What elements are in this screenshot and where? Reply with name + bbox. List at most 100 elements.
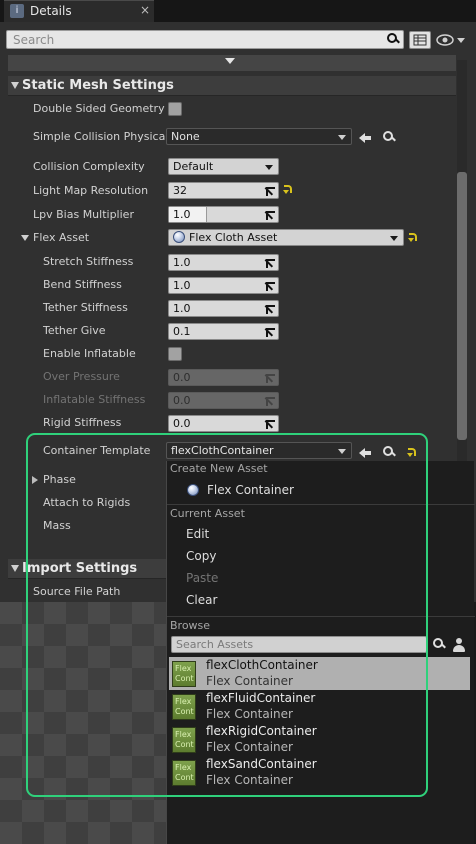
tether-give-field[interactable]: 0.1 <box>168 323 279 340</box>
use-selected-arrow-icon[interactable] <box>359 446 371 458</box>
tab-label: Details <box>30 4 72 18</box>
asset-name: flexSandContainer <box>206 757 317 771</box>
stretch-stiffness-field[interactable]: 1.0 <box>168 254 279 271</box>
collision-complexity-combo[interactable]: Default <box>168 158 279 175</box>
details-icon: i <box>10 4 24 18</box>
reset-to-default-icon[interactable] <box>408 232 417 242</box>
attach-to-rigids-label: Attach to Rigids <box>43 496 131 509</box>
light-map-resolution-value: 32 <box>173 184 187 197</box>
flex-container-thumbnail-icon: Flex Cont <box>172 760 196 786</box>
chevron-down-icon <box>225 58 235 64</box>
viewport[interactable] <box>0 602 166 844</box>
source-file-path-label: Source File Path <box>33 585 121 598</box>
flex-asset-value: Flex Cloth Asset <box>189 231 278 244</box>
container-template-label: Container Template <box>43 444 151 457</box>
browse-search-icon[interactable] <box>383 131 395 143</box>
expand-arrow-icon[interactable] <box>32 476 38 484</box>
expand-arrow-icon <box>11 82 19 89</box>
asset-name: flexFluidContainer <box>206 691 316 705</box>
view-options-button[interactable] <box>434 31 468 49</box>
asset-name: flexClothContainer <box>206 658 318 672</box>
tether-give-label: Tether Give <box>43 324 106 337</box>
browse-search-icon[interactable] <box>383 446 395 458</box>
asset-row[interactable]: Flex Cont flexRigidContainer Flex Contai… <box>169 723 470 756</box>
expand-arrow-icon <box>11 565 19 572</box>
menu-divider <box>167 616 475 617</box>
search-icon <box>387 33 399 45</box>
simple-collision-value: None <box>171 130 200 143</box>
rigid-stiffness-label: Rigid Stiffness <box>43 416 122 429</box>
search-icon[interactable] <box>433 638 445 650</box>
section-header-static-mesh[interactable]: Static Mesh Settings <box>8 76 456 96</box>
stretch-stiffness-label: Stretch Stiffness <box>43 255 134 268</box>
enable-inflatable-checkbox[interactable] <box>168 347 182 361</box>
tether-stiffness-label: Tether Stiffness <box>43 301 128 314</box>
tab-details[interactable]: i Details × <box>4 0 154 22</box>
property-matrix-button[interactable] <box>409 31 431 49</box>
asset-type: Flex Container <box>206 740 293 754</box>
container-template-combo[interactable]: flexClothContainer <box>166 442 352 459</box>
asset-row[interactable]: Flex Cont flexFluidContainer Flex Contai… <box>169 690 470 723</box>
search-assets-input[interactable]: Search Assets <box>171 636 427 653</box>
rigid-stiffness-field[interactable]: 0.0 <box>168 415 279 432</box>
drag-handle-icon <box>264 185 275 196</box>
flex-asset-label: Flex Asset <box>33 231 90 244</box>
menu-item-copy[interactable]: Copy <box>186 549 216 563</box>
collapse-bar[interactable] <box>8 55 456 71</box>
menu-header-browse: Browse <box>170 619 211 632</box>
asset-type: Flex Container <box>206 707 293 721</box>
mass-label: Mass <box>43 519 71 532</box>
flex-cloth-asset-icon <box>173 231 185 243</box>
flex-asset-combo[interactable]: Flex Cloth Asset <box>168 229 404 246</box>
double-sided-checkbox[interactable] <box>168 102 182 116</box>
bend-stiffness-value: 1.0 <box>173 279 191 292</box>
menu-divider <box>167 504 475 505</box>
drag-handle-icon <box>264 372 275 383</box>
asset-name: flexRigidContainer <box>206 724 317 738</box>
asset-row[interactable]: Flex Cont flexClothContainer Flex Contai… <box>169 657 470 690</box>
chevron-down-icon <box>338 135 346 140</box>
search-placeholder: Search <box>13 33 55 47</box>
grid-icon <box>413 34 427 46</box>
close-icon[interactable]: × <box>140 3 150 17</box>
search-input[interactable]: Search <box>6 30 404 49</box>
drag-handle-icon <box>264 209 275 220</box>
section-header-import[interactable]: Import Settings <box>8 559 168 579</box>
drag-handle-icon <box>264 257 275 268</box>
double-sided-label: Double Sided Geometry <box>33 102 165 115</box>
menu-header-create: Create New Asset <box>170 462 268 475</box>
section-title: Static Mesh Settings <box>22 78 174 93</box>
rigid-stiffness-value: 0.0 <box>173 417 191 430</box>
flex-container-thumbnail-icon: Flex Cont <box>172 661 196 687</box>
menu-item-edit[interactable]: Edit <box>186 527 209 541</box>
use-selected-arrow-icon[interactable] <box>359 131 371 143</box>
flex-container-thumbnail-icon: Flex Cont <box>172 727 196 753</box>
light-map-resolution-field[interactable]: 32 <box>168 182 279 199</box>
drag-handle-icon <box>264 418 275 429</box>
reset-to-default-icon[interactable] <box>283 184 292 194</box>
person-icon[interactable] <box>452 637 466 653</box>
bend-stiffness-field[interactable]: 1.0 <box>168 277 279 294</box>
tether-stiffness-field[interactable]: 1.0 <box>168 300 279 317</box>
asset-row[interactable]: Flex Cont flexSandContainer Flex Contain… <box>169 756 470 789</box>
drag-handle-icon <box>264 280 275 291</box>
expand-arrow-icon[interactable] <box>21 235 29 241</box>
reset-to-default-icon[interactable] <box>407 447 416 457</box>
inflatable-stiffness-value: 0.0 <box>173 394 191 407</box>
over-pressure-value: 0.0 <box>173 371 191 384</box>
inflatable-stiffness-field: 0.0 <box>168 392 279 409</box>
enable-inflatable-label: Enable Inflatable <box>43 347 136 360</box>
over-pressure-field: 0.0 <box>168 369 279 386</box>
menu-header-current: Current Asset <box>170 507 245 520</box>
lpv-bias-slider[interactable]: 1.0 <box>168 206 279 223</box>
chevron-down-icon <box>338 449 346 454</box>
chevron-down-icon <box>390 236 398 241</box>
drag-handle-icon <box>264 326 275 337</box>
menu-item-clear[interactable]: Clear <box>186 593 217 607</box>
over-pressure-label: Over Pressure <box>43 370 120 383</box>
simple-collision-label: Simple Collision Physical <box>33 130 169 143</box>
scrollbar-thumb[interactable] <box>457 172 467 440</box>
inflatable-stiffness-label: Inflatable Stiffness <box>43 393 146 406</box>
eye-icon <box>436 34 465 46</box>
simple-collision-combo[interactable]: None <box>166 128 352 145</box>
